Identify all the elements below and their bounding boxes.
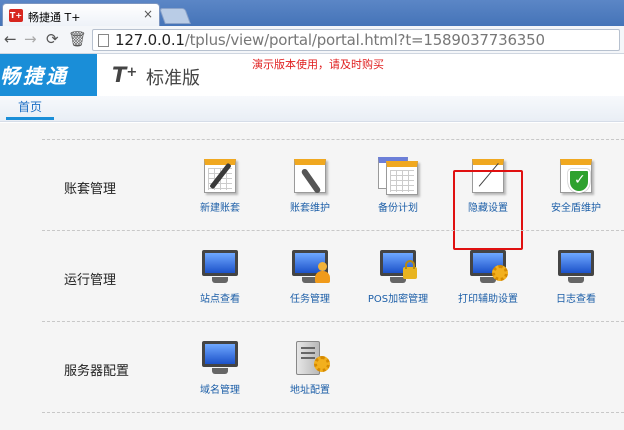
demo-notice[interactable]: 演示版本使用，请及时购买: [252, 56, 384, 72]
item-backup-plan[interactable]: 备份计划: [358, 157, 438, 214]
back-arrow-icon[interactable]: ←: [4, 30, 17, 48]
section-account-management: 账套管理 新建账套 账套维护 备份计划 隐藏设置 ✓ 安全盾维护: [42, 139, 624, 250]
section-title: 账套管理: [64, 182, 117, 197]
address-bar[interactable]: 127.0.0.1/tplus/view/portal/portal.html?…: [92, 29, 620, 51]
item-security-shield[interactable]: 安全盾维护: [536, 157, 616, 214]
item-print-assist[interactable]: 打印辅助设置: [448, 248, 528, 305]
url-text: 127.0.0.1/tplus/view/portal/portal.html?…: [115, 31, 545, 49]
tab-title: 畅捷通 T+: [28, 11, 81, 24]
print-assist-icon: [468, 248, 508, 286]
account-maintain-icon: [290, 157, 330, 195]
security-shield-icon: [556, 157, 596, 195]
item-pos-encrypt[interactable]: POS加密管理: [358, 248, 438, 305]
new-tab-button[interactable]: [159, 8, 191, 24]
section-divider: [42, 412, 624, 413]
task-manage-icon: [290, 248, 330, 286]
site-view-icon: [200, 248, 240, 286]
log-view-icon: [556, 248, 596, 286]
backup-plan-icon: [378, 157, 418, 195]
item-new-account[interactable]: 新建账套: [180, 157, 260, 214]
tab-home[interactable]: 首页: [6, 98, 54, 120]
section-title: 运行管理: [64, 273, 117, 288]
close-icon[interactable]: ×: [143, 7, 153, 21]
domain-manage-icon: [200, 339, 240, 377]
nav-tab-row: 首页: [0, 96, 624, 122]
trash-icon[interactable]: 🗑: [68, 30, 87, 48]
address-config-icon: [290, 339, 330, 377]
pos-encrypt-icon: [378, 248, 418, 286]
item-task-manage[interactable]: 任务管理: [270, 248, 350, 305]
reload-icon[interactable]: ⟳: [46, 30, 59, 48]
chanjet-logo: 畅捷通: [0, 54, 97, 96]
browser-tab[interactable]: T+ 畅捷通 T+ ×: [2, 3, 160, 26]
product-name: 标准版: [146, 68, 200, 89]
app-header: 畅捷通 T+ 标准版 演示版本使用，请及时购买: [0, 54, 624, 96]
section-run-management: 运行管理 站点查看 任务管理 POS加密管理 打印辅助设置 日志查看: [42, 230, 624, 321]
forward-arrow-icon[interactable]: →: [24, 30, 37, 48]
item-account-maintain[interactable]: 账套维护: [270, 157, 350, 214]
tplus-favicon-icon: T+: [9, 9, 23, 22]
browser-toolbar: ← → ⟳ 🗑 127.0.0.1/tplus/view/portal/port…: [0, 26, 624, 54]
section-server-config: 服务器配置 域名管理 地址配置: [42, 321, 624, 412]
browser-tab-strip: T+ 畅捷通 T+ ×: [0, 0, 624, 26]
item-address-config[interactable]: 地址配置: [270, 339, 350, 396]
portal-content: 账套管理 新建账套 账套维护 备份计划 隐藏设置 ✓ 安全盾维护 运行管理 站点…: [0, 123, 624, 430]
page-icon: [98, 34, 109, 47]
item-domain-manage[interactable]: 域名管理: [180, 339, 260, 396]
new-account-book-icon: [200, 157, 240, 195]
item-site-view[interactable]: 站点查看: [180, 248, 260, 305]
tplus-mark: T+: [112, 63, 138, 87]
item-log-view[interactable]: 日志查看: [536, 248, 616, 305]
section-title: 服务器配置: [64, 364, 130, 379]
